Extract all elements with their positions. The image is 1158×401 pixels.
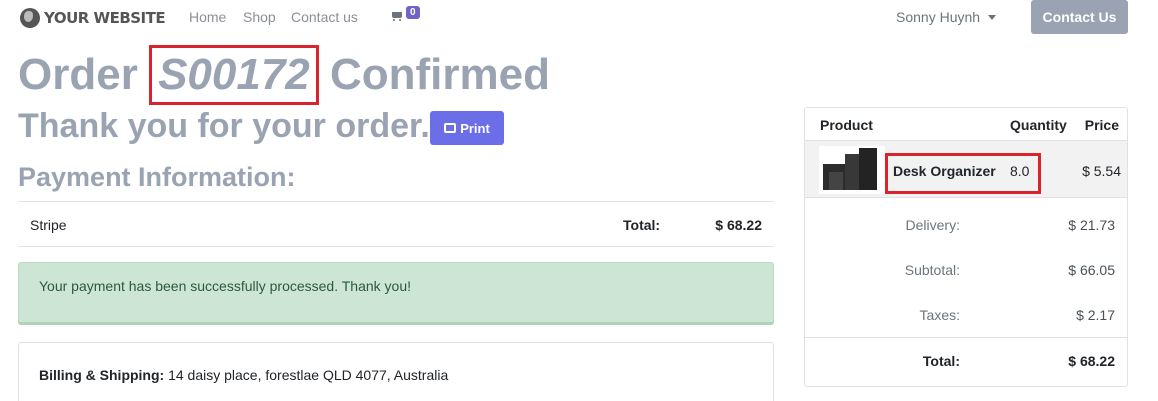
delivery-value: $ 21.73: [1068, 217, 1115, 233]
quantity-column-header: Quantity: [1010, 117, 1067, 133]
site-logo[interactable]: YOUR WEBSITE: [20, 7, 166, 29]
delivery-label: Delivery:: [905, 217, 960, 233]
thank-you-heading: Thank you for your order.: [18, 107, 430, 145]
taxes-row: Taxes: $ 2.17: [805, 292, 1127, 337]
item-name[interactable]: Desk Organizer: [893, 163, 996, 179]
billing-label: Billing & Shipping:: [39, 367, 165, 383]
print-button-label: Print: [460, 120, 490, 136]
logo-text: YOUR WEBSITE: [44, 9, 166, 27]
payment-method: Stripe: [30, 217, 67, 233]
nav-link-contact[interactable]: Contact us: [291, 9, 358, 25]
billing-address: 14 daisy place, forestlae QLD 4077, Aust…: [168, 367, 449, 383]
cart-link[interactable]: 0: [390, 6, 420, 26]
order-prefix: Order: [18, 50, 138, 99]
payment-information-heading: Payment Information:: [18, 162, 296, 192]
order-summary-card: Product Quantity Price Desk Organizer 8.…: [804, 107, 1128, 387]
printer-icon: [444, 123, 457, 133]
print-button[interactable]: Print: [430, 111, 504, 145]
cart-count-badge: 0: [406, 6, 420, 19]
product-column-header: Product: [820, 117, 873, 133]
user-menu-dropdown[interactable]: Sonny Huynh: [896, 9, 997, 25]
taxes-value: $ 2.17: [1076, 307, 1115, 323]
payment-total-value: $ 68.22: [715, 217, 762, 233]
success-message: Your payment has been successfully proce…: [39, 278, 411, 294]
summary-header: Product Quantity Price: [805, 108, 1127, 141]
payment-total-label: Total:: [623, 217, 661, 233]
subtotal-row: Subtotal: $ 66.05: [805, 247, 1127, 292]
item-price: $ 5.54: [1082, 163, 1121, 179]
total-value: $ 68.22: [1068, 353, 1115, 369]
shopping-cart-icon: [390, 11, 404, 23]
user-name: Sonny Huynh: [896, 9, 981, 25]
payment-success-alert: Your payment has been successfully proce…: [18, 262, 774, 325]
nav-link-home[interactable]: Home: [189, 9, 226, 25]
order-reference: S00172: [149, 45, 319, 105]
subtotal-label: Subtotal:: [904, 262, 960, 278]
billing-shipping-card: Billing & Shipping: 14 daisy place, fore…: [18, 342, 774, 401]
order-confirmed-heading: Order S00172 Confirmed: [18, 45, 550, 105]
total-row: Total: $ 68.22: [805, 337, 1127, 382]
caret-down-icon: [988, 14, 997, 20]
contact-us-button[interactable]: Contact Us: [1031, 0, 1128, 34]
payment-row: Stripe Total: $ 68.22: [18, 201, 774, 247]
summary-item-row: Desk Organizer 8.0 $ 5.54: [805, 141, 1127, 198]
subtotal-value: $ 66.05: [1068, 262, 1115, 278]
taxes-label: Taxes:: [919, 307, 960, 323]
price-column-header: Price: [1084, 117, 1119, 133]
item-quantity: 8.0: [1010, 163, 1030, 179]
order-suffix: Confirmed: [330, 50, 550, 99]
product-thumbnail: [819, 146, 885, 194]
total-label: Total:: [922, 353, 960, 369]
delivery-row: Delivery: $ 21.73: [805, 202, 1127, 247]
globe-icon: [20, 8, 40, 28]
top-navbar: YOUR WEBSITE Home Shop Contact us 0 Sonn…: [0, 0, 1158, 36]
nav-link-shop[interactable]: Shop: [243, 9, 276, 25]
